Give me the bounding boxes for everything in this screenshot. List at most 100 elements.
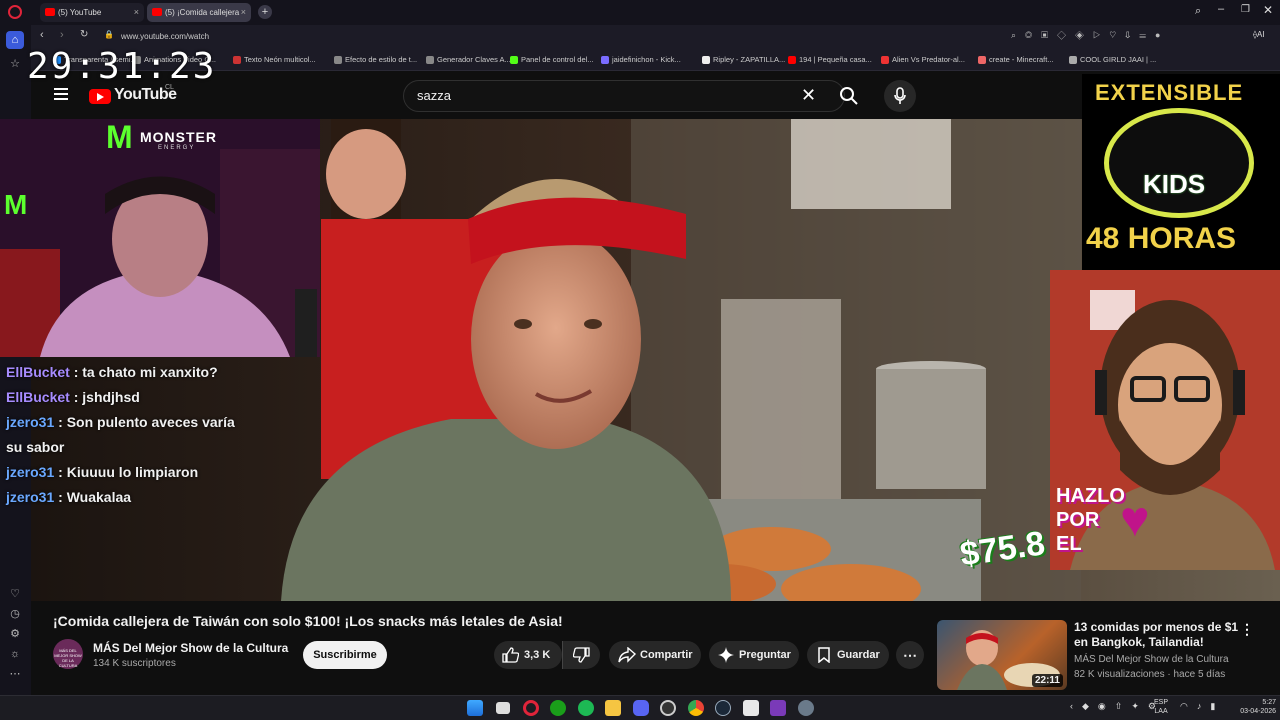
hazlo-por-el-label: HAZLO POR EL bbox=[1056, 485, 1125, 555]
language-indicator[interactable]: ESP LAA bbox=[1154, 698, 1168, 716]
bookmark-item[interactable]: Texto Neón multicol... bbox=[233, 53, 316, 67]
bookmark-item[interactable]: jaidefinichon - Kick... bbox=[601, 53, 681, 67]
spotify-icon[interactable] bbox=[578, 700, 594, 716]
dislike-button[interactable] bbox=[562, 641, 600, 669]
share-button[interactable]: Compartir bbox=[609, 641, 701, 669]
channel-name[interactable]: MÁS Del Mejor Show de la Cultura bbox=[93, 641, 288, 655]
bookmarks-bar: Transparenta / semi... Animations Video C… bbox=[31, 49, 1280, 71]
tab-label: (5) ¡Comida callejera bbox=[165, 8, 240, 17]
ask-label: Preguntar bbox=[739, 649, 791, 661]
bookmark-item[interactable]: create - Minecraft... bbox=[978, 53, 1054, 67]
chat-text: Wuakalaa bbox=[66, 489, 132, 505]
recommendation-menu-icon[interactable]: ⋮ bbox=[1240, 621, 1254, 638]
chat-message: EllBucket : ta chato mi xanxito? bbox=[0, 360, 250, 385]
ask-button[interactable]: Preguntar bbox=[709, 641, 799, 669]
monster-logo-icon: M bbox=[106, 119, 133, 155]
xbox-icon[interactable] bbox=[550, 700, 566, 716]
chat-username[interactable]: jzero31 bbox=[6, 414, 54, 430]
clock-date: 03-04-2026 bbox=[1240, 708, 1276, 715]
close-window-icon[interactable]: ✕ bbox=[1263, 3, 1273, 17]
bookmark-item[interactable]: 194 | Pequeña casa... bbox=[788, 53, 872, 67]
hours-label: 48 HORAS bbox=[1086, 222, 1237, 255]
forward-icon[interactable]: › bbox=[60, 29, 64, 41]
lightbulb-icon[interactable]: ☼ bbox=[6, 645, 24, 663]
discord-icon[interactable] bbox=[633, 700, 649, 716]
url-text[interactable]: www.youtube.com/watch bbox=[121, 29, 209, 45]
opera-gx-icon[interactable] bbox=[523, 700, 539, 716]
app-icon[interactable] bbox=[770, 700, 786, 716]
search-input[interactable]: sazza bbox=[403, 80, 845, 112]
chat-username[interactable]: EllBucket bbox=[6, 364, 70, 380]
youtube-favicon-icon bbox=[45, 8, 55, 16]
chat-message: jzero31 : Son pulento aveces varía su sa… bbox=[0, 410, 250, 460]
heart-icon[interactable]: ♡ bbox=[6, 585, 24, 603]
more-icon[interactable]: ⋯ bbox=[6, 665, 24, 683]
tab-youtube[interactable]: (5) YouTube × bbox=[40, 3, 144, 22]
thumbs-up-icon bbox=[502, 647, 519, 663]
bookmark-item[interactable]: Ripley - ZAPATILLA... bbox=[702, 53, 785, 67]
minimize-icon[interactable]: – bbox=[1218, 3, 1224, 15]
reload-icon[interactable]: ↻ bbox=[80, 29, 88, 40]
task-view-icon[interactable] bbox=[496, 702, 510, 714]
close-tab-icon[interactable]: × bbox=[241, 3, 246, 22]
subscriber-count: 134 K suscriptores bbox=[93, 658, 176, 669]
obs-icon[interactable] bbox=[660, 700, 676, 716]
heart-icon: ♥ bbox=[1120, 491, 1150, 547]
chat-username[interactable]: EllBucket bbox=[6, 389, 70, 405]
sparkle-icon bbox=[718, 647, 734, 663]
lock-icon: 🔒 bbox=[104, 30, 114, 39]
notepad-icon[interactable] bbox=[743, 700, 759, 716]
windows-taskbar: ‹◆◉⇧✦⚙ ESP LAA ◠♪▮ 5:27 03-04-2026 bbox=[0, 695, 1280, 720]
chat-username[interactable]: jzero31 bbox=[6, 489, 54, 505]
youtube-logo-icon[interactable] bbox=[89, 89, 111, 104]
subscribe-button[interactable]: Suscribirme bbox=[303, 641, 387, 669]
save-label: Guardar bbox=[837, 649, 880, 661]
extensions-icons[interactable]: ⌕◎▣◇◈▷♡⇩☰● bbox=[1011, 30, 1169, 41]
recommendation-title[interactable]: 13 comidas por menos de $1 en Bangkok, T… bbox=[1074, 620, 1244, 650]
like-button[interactable]: 3,3 K bbox=[494, 641, 562, 669]
streamer-avatar-panel: HAZLO POR EL ♥ bbox=[1050, 270, 1280, 570]
monster-sub-wordmark: ENERGY bbox=[158, 145, 196, 151]
bookmark-item[interactable]: Generador Claves A... bbox=[426, 53, 511, 67]
stream-timer: 29:31:23 bbox=[27, 46, 217, 87]
settings-icon[interactable]: ⚙ bbox=[6, 625, 24, 643]
windows-start-icon[interactable] bbox=[467, 700, 483, 716]
file-explorer-icon[interactable] bbox=[605, 700, 621, 716]
bookmark-item[interactable]: COOL GIRLD JAAI | ... bbox=[1069, 53, 1156, 67]
microphone-icon bbox=[894, 87, 906, 104]
tab-comida-callejera[interactable]: (5) ¡Comida callejera × bbox=[147, 3, 251, 22]
search-tabs-icon[interactable]: ⌕ bbox=[1195, 5, 1201, 18]
pinboard-icon[interactable]: ☆ bbox=[6, 55, 24, 73]
recommendation-thumbnail[interactable]: 22:11 bbox=[937, 620, 1067, 690]
chat-username[interactable]: jzero31 bbox=[6, 464, 54, 480]
opera-menu-icon[interactable] bbox=[8, 5, 22, 19]
chat-text: Kiuuuu lo limpiaron bbox=[66, 464, 199, 480]
search-button[interactable] bbox=[827, 80, 871, 112]
clear-search-icon[interactable]: ✕ bbox=[801, 85, 816, 106]
chat-text: ta chato mi xanxito? bbox=[82, 364, 218, 380]
tray-icons[interactable]: ‹◆◉⇧✦⚙ bbox=[1070, 701, 1165, 712]
maximize-icon[interactable]: ❐ bbox=[1241, 4, 1250, 15]
hamburger-menu-icon[interactable] bbox=[54, 88, 68, 100]
bookmark-item[interactable]: Efecto de estilo de t... bbox=[334, 53, 417, 67]
more-actions-button[interactable]: ⋯ bbox=[896, 641, 924, 669]
steam-icon[interactable] bbox=[715, 700, 731, 716]
recommendation-channel[interactable]: MÁS Del Mejor Show de la Cultura bbox=[1074, 654, 1229, 665]
chrome-icon[interactable] bbox=[688, 700, 704, 716]
back-icon[interactable]: ‹ bbox=[40, 29, 44, 41]
address-bar: ‹ › ↻ 🔒 www.youtube.com/watch ⌕◎▣◇◈▷♡⇩☰●… bbox=[31, 25, 1280, 49]
history-icon[interactable]: ◷ bbox=[6, 605, 24, 623]
bookmark-item[interactable]: Alien Vs Predator-al... bbox=[881, 53, 965, 67]
network-volume-icons[interactable]: ◠♪▮ bbox=[1180, 701, 1224, 712]
taskbar-clock[interactable]: 5:27 03-04-2026 bbox=[1240, 698, 1276, 716]
close-tab-icon[interactable]: × bbox=[134, 3, 139, 22]
recommendation-meta: 82 K visualizaciones · hace 5 días bbox=[1074, 669, 1226, 680]
voice-search-button[interactable] bbox=[884, 80, 916, 112]
bookmark-item[interactable]: Panel de control del... bbox=[510, 53, 594, 67]
settings-gear-icon[interactable] bbox=[798, 700, 814, 716]
ai-button[interactable]: ⟠AI bbox=[1253, 30, 1265, 39]
new-tab-button[interactable]: + bbox=[258, 5, 272, 19]
save-button[interactable]: Guardar bbox=[807, 641, 889, 669]
home-icon[interactable]: ⌂ bbox=[6, 31, 24, 49]
channel-avatar[interactable]: MÁS DEL MEJOR SHOW DE LA CULTURA bbox=[53, 639, 83, 669]
